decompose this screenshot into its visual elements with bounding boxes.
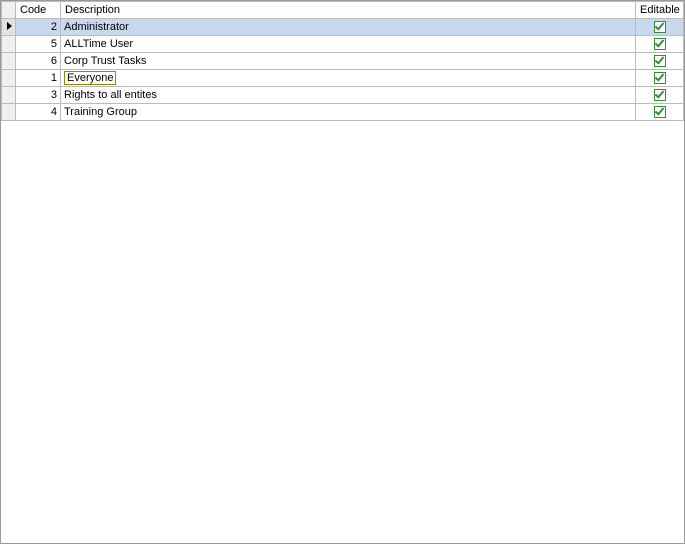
row-indicator[interactable]	[2, 36, 16, 53]
cell-editable[interactable]	[636, 104, 684, 121]
cell-code[interactable]: 1	[16, 70, 61, 87]
cell-description[interactable]: Corp Trust Tasks	[61, 53, 636, 70]
table-row[interactable]: 4Training Group	[2, 104, 684, 121]
header-row: Code Description Editable	[2, 2, 684, 19]
cell-description[interactable]: Administrator	[61, 19, 636, 36]
focused-cell[interactable]: Everyone	[64, 71, 116, 85]
row-indicator[interactable]	[2, 87, 16, 104]
table-row[interactable]: 2Administrator	[2, 19, 684, 36]
editable-checkbox[interactable]	[654, 55, 666, 67]
cell-editable[interactable]	[636, 36, 684, 53]
row-indicator[interactable]	[2, 104, 16, 121]
current-row-icon	[7, 22, 12, 30]
table-row[interactable]: 1Everyone	[2, 70, 684, 87]
data-grid[interactable]: Code Description Editable 2Administrator…	[1, 1, 684, 121]
header-editable[interactable]: Editable	[636, 2, 684, 19]
editable-checkbox[interactable]	[654, 89, 666, 101]
row-indicator[interactable]	[2, 19, 16, 36]
cell-description[interactable]: Training Group	[61, 104, 636, 121]
cell-editable[interactable]	[636, 70, 684, 87]
cell-description[interactable]: ALLTime User	[61, 36, 636, 53]
cell-code[interactable]: 6	[16, 53, 61, 70]
editable-checkbox[interactable]	[654, 72, 666, 84]
cell-editable[interactable]	[636, 19, 684, 36]
editable-checkbox[interactable]	[654, 38, 666, 50]
table-row[interactable]: 6Corp Trust Tasks	[2, 53, 684, 70]
cell-description[interactable]: Everyone	[61, 70, 636, 87]
cell-code[interactable]: 2	[16, 19, 61, 36]
table-row[interactable]: 5ALLTime User	[2, 36, 684, 53]
cell-code[interactable]: 5	[16, 36, 61, 53]
row-indicator[interactable]	[2, 53, 16, 70]
editable-checkbox[interactable]	[654, 106, 666, 118]
header-indicator	[2, 2, 16, 19]
cell-code[interactable]: 3	[16, 87, 61, 104]
cell-code[interactable]: 4	[16, 104, 61, 121]
header-code[interactable]: Code	[16, 2, 61, 19]
table-row[interactable]: 3Rights to all entites	[2, 87, 684, 104]
editable-checkbox[interactable]	[654, 21, 666, 33]
header-description[interactable]: Description	[61, 2, 636, 19]
row-indicator[interactable]	[2, 70, 16, 87]
cell-description[interactable]: Rights to all entites	[61, 87, 636, 104]
cell-editable[interactable]	[636, 87, 684, 104]
cell-editable[interactable]	[636, 53, 684, 70]
